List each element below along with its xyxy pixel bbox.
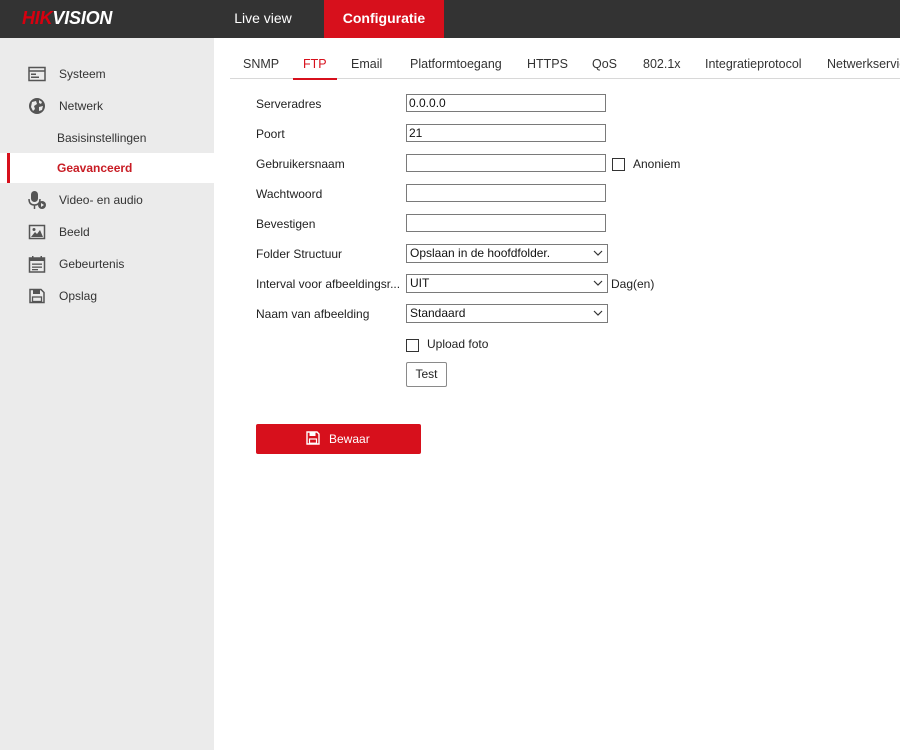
sidebar: Systeem Netwerk Basisinstellingen Geavan… xyxy=(0,38,214,750)
username-label: Gebruikersnaam xyxy=(256,157,345,171)
tab-snmp[interactable]: SNMP xyxy=(243,50,279,79)
confirm-password-input[interactable] xyxy=(406,214,606,232)
folder-structure-value: Opslaan in de hoofdfolder. xyxy=(410,246,551,260)
sidebar-item-label: Geavanceerd xyxy=(57,161,133,175)
save-button-label: Bewaar xyxy=(329,432,370,446)
tab-https[interactable]: HTTPS xyxy=(527,50,568,79)
globe-icon xyxy=(29,98,45,114)
save-button[interactable]: Bewaar xyxy=(256,424,421,454)
folder-structure-select[interactable]: Opslaan in de hoofdfolder. xyxy=(406,244,608,263)
sidebar-item-system[interactable]: Systeem xyxy=(0,59,214,89)
sidebar-item-basic-settings[interactable]: Basisinstellingen xyxy=(0,123,214,153)
microphone-icon xyxy=(28,191,46,209)
tab-email[interactable]: Email xyxy=(351,50,382,79)
top-bar: HIKVISION Live view Configuratie xyxy=(0,0,900,38)
sidebar-item-label: Gebeurtenis xyxy=(59,257,125,271)
picture-interval-unit: Dag(en) xyxy=(611,277,655,291)
chevron-down-icon xyxy=(593,310,603,316)
sidebar-item-video-audio[interactable]: Video- en audio xyxy=(0,185,214,215)
tab-bar: SNMP FTP Email Platformtoegang HTTPS QoS… xyxy=(230,50,900,80)
chevron-down-icon xyxy=(593,280,603,286)
picture-name-label: Naam van afbeelding xyxy=(256,307,370,321)
sidebar-item-image[interactable]: Beeld xyxy=(0,217,214,247)
sidebar-item-label: Video- en audio xyxy=(59,193,143,207)
folder-structure-label: Folder Structuur xyxy=(256,247,343,261)
topnav-configuration[interactable]: Configuratie xyxy=(324,0,444,38)
sidebar-item-event[interactable]: Gebeurtenis xyxy=(0,249,214,279)
anonymous-checkbox[interactable] xyxy=(612,158,625,171)
test-button[interactable]: Test xyxy=(406,362,447,387)
sidebar-item-label: Systeem xyxy=(59,67,106,81)
tab-8021x[interactable]: 802.1x xyxy=(643,50,681,79)
sidebar-item-label: Netwerk xyxy=(59,99,104,113)
sidebar-item-storage[interactable]: Opslag xyxy=(0,281,214,311)
picture-interval-select[interactable]: UIT xyxy=(406,274,608,293)
sidebar-item-network[interactable]: Netwerk xyxy=(0,91,214,121)
port-label: Poort xyxy=(256,127,285,141)
floppy-disk-icon xyxy=(306,431,320,445)
storage-icon xyxy=(29,288,45,304)
calendar-icon xyxy=(28,256,46,273)
upload-photo-label: Upload foto xyxy=(427,337,489,351)
upload-photo-checkbox[interactable] xyxy=(406,339,419,352)
picture-interval-value: UIT xyxy=(410,276,430,290)
sidebar-item-label: Opslag xyxy=(59,289,98,303)
system-icon xyxy=(28,66,46,82)
tab-qos[interactable]: QoS xyxy=(592,50,617,79)
picture-name-select[interactable]: Standaard xyxy=(406,304,608,323)
confirm-label: Bevestigen xyxy=(256,217,316,231)
picture-interval-label: Interval voor afbeeldingsr... xyxy=(256,277,401,291)
tab-integration-protocol[interactable]: Integratieprotocol xyxy=(705,50,802,79)
server-address-input[interactable] xyxy=(406,94,606,112)
picture-name-value: Standaard xyxy=(410,306,466,320)
image-icon xyxy=(28,224,46,240)
tab-network-service[interactable]: Netwerkservice xyxy=(827,50,900,79)
sidebar-item-advanced[interactable]: Geavanceerd xyxy=(0,153,214,183)
tab-platform-access[interactable]: Platformtoegang xyxy=(410,50,502,79)
hikvision-logo: HIKVISION xyxy=(22,8,113,28)
server-address-label: Serveradres xyxy=(256,97,322,111)
topnav-live-view[interactable]: Live view xyxy=(222,0,304,38)
chevron-down-icon xyxy=(593,250,603,256)
password-label: Wachtwoord xyxy=(256,187,323,201)
username-input[interactable] xyxy=(406,154,606,172)
password-input[interactable] xyxy=(406,184,606,202)
sidebar-item-label: Beeld xyxy=(59,225,90,239)
tab-ftp[interactable]: FTP xyxy=(293,50,337,80)
anonymous-label: Anoniem xyxy=(633,157,681,171)
port-input[interactable] xyxy=(406,124,606,142)
sidebar-item-label: Basisinstellingen xyxy=(57,131,147,145)
